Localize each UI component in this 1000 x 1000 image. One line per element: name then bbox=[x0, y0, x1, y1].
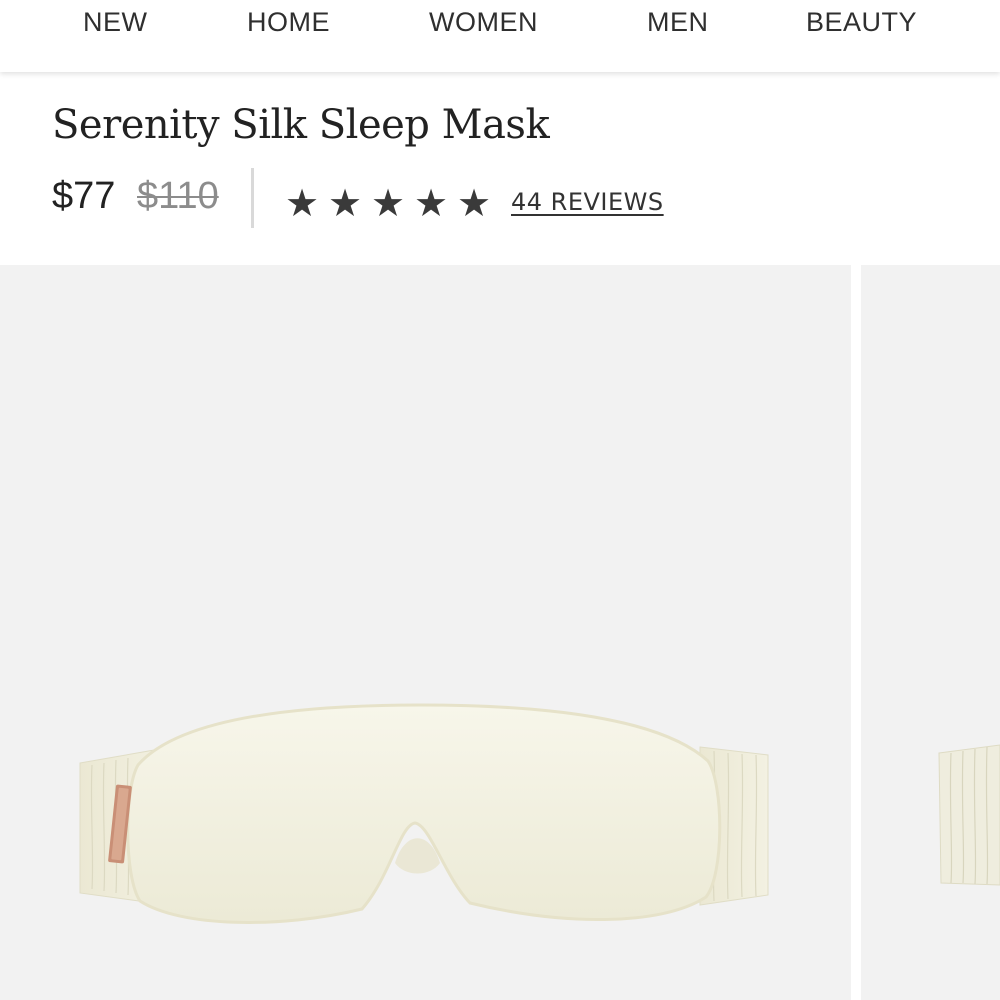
nav-item-home[interactable]: HOME bbox=[247, 7, 330, 38]
product-title: Serenity Silk Sleep Mask bbox=[52, 102, 550, 148]
star-icon: ★ bbox=[328, 181, 363, 225]
divider bbox=[251, 168, 254, 228]
star-icon: ★ bbox=[285, 181, 320, 225]
original-price: $110 bbox=[137, 175, 219, 217]
nav-item-beauty[interactable]: BEAUTY bbox=[806, 7, 917, 38]
nav-item-new[interactable]: NEW bbox=[83, 7, 148, 38]
sale-price: $77 bbox=[52, 175, 116, 217]
star-icon: ★ bbox=[457, 181, 492, 225]
nav-item-women[interactable]: WOMEN bbox=[429, 7, 538, 38]
nav-item-men[interactable]: MEN bbox=[647, 7, 709, 38]
top-navigation: NEW HOME WOMEN MEN BEAUTY bbox=[0, 0, 1000, 72]
star-icon: ★ bbox=[414, 181, 449, 225]
reviews-link[interactable]: 44 REVIEWS bbox=[511, 188, 664, 216]
sleep-mask-image bbox=[79, 703, 769, 924]
star-icon: ★ bbox=[371, 181, 406, 225]
product-image-next[interactable] bbox=[861, 265, 1000, 1000]
product-image-main[interactable] bbox=[0, 265, 851, 1000]
sleep-mask-image bbox=[938, 744, 1000, 886]
